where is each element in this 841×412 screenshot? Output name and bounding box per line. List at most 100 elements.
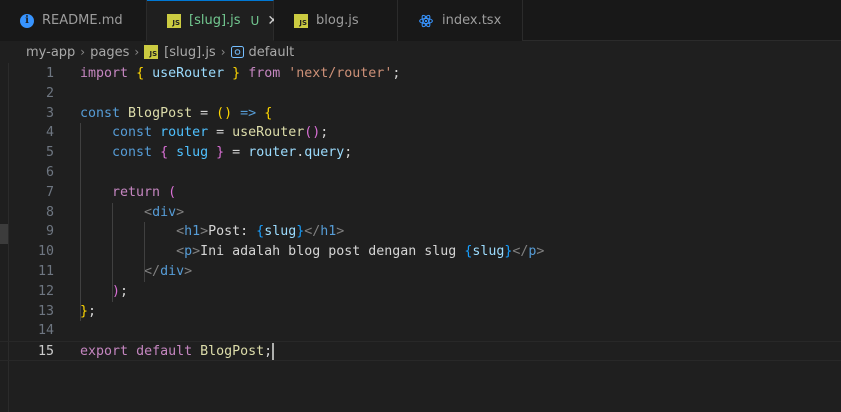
untracked-badge: U	[250, 13, 260, 28]
code-line[interactable]: 9 <h1>Post: {slug}</h1>	[0, 222, 841, 242]
code-line[interactable]: 8 <div>	[0, 203, 841, 223]
line-number: 11	[37, 264, 54, 279]
code-token: slug	[264, 224, 297, 240]
code-token: ;	[120, 283, 129, 299]
code-editor[interactable]: 1 import { useRouter } from 'next/router'…	[0, 63, 841, 412]
indent-guide	[112, 202, 113, 302]
code-token: =>	[240, 105, 257, 121]
code-token: <	[176, 224, 185, 240]
tab-label: [slug].js	[189, 13, 241, 28]
code-token: return	[112, 184, 161, 200]
code-token: }	[232, 66, 241, 81]
code-line[interactable]: 12 );	[0, 282, 841, 302]
breadcrumb-item-file[interactable]: JS [slug].js	[144, 45, 216, 60]
code-token: >	[184, 264, 193, 279]
code-line[interactable]: 6	[0, 163, 841, 183]
indent-guide	[144, 222, 145, 282]
js-icon-glyph: JS	[294, 13, 308, 28]
indent-guide	[80, 123, 81, 322]
code-line[interactable]: 3 const BlogPost = () => {	[0, 104, 841, 124]
code-token: router	[248, 145, 297, 161]
tab-blog-js[interactable]: JS blog.js	[274, 0, 398, 41]
code-token: {	[136, 66, 145, 81]
code-token: 'next/router'	[288, 66, 393, 81]
react-icon	[418, 14, 434, 28]
code-token: ;	[392, 66, 401, 81]
code-text: );	[80, 282, 128, 302]
code-line[interactable]: 2	[0, 84, 841, 104]
code-token: div	[152, 204, 177, 220]
line-number: 7	[45, 184, 54, 200]
code-token: >	[176, 204, 185, 220]
tab-label: index.tsx	[442, 13, 502, 28]
code-token: const	[112, 125, 153, 141]
line-number: 4	[45, 125, 54, 141]
line-number: 2	[45, 85, 54, 101]
code-token: const	[80, 105, 121, 121]
breadcrumb-item-pages[interactable]: pages	[90, 45, 129, 60]
chevron-right-icon: ›	[80, 45, 86, 59]
tab-bar: i README.md JS [slug].js U ✕ JS blog.js …	[0, 0, 841, 41]
code-line[interactable]: 11 </div>	[0, 262, 841, 282]
code-token: =	[192, 105, 217, 121]
line-number: 3	[45, 105, 54, 121]
code-line[interactable]: 5 const { slug } = router.query;	[0, 143, 841, 163]
code-token: router	[160, 125, 209, 141]
code-token: >	[536, 244, 545, 260]
code-line[interactable]: 13};	[0, 302, 841, 322]
code-line[interactable]: 4 const router = useRouter();	[0, 123, 841, 143]
code-token: div	[160, 264, 185, 279]
tab-readme[interactable]: i README.md	[0, 0, 147, 41]
code-token: </	[304, 224, 321, 240]
code-token: ;	[344, 145, 353, 161]
code-token: =	[224, 145, 249, 161]
code-token: {	[256, 224, 265, 240]
tab-label: README.md	[42, 13, 123, 28]
line-number: 5	[45, 145, 54, 161]
code-token: {	[160, 145, 169, 161]
code-token: {	[264, 105, 273, 121]
info-icon-glyph: i	[20, 13, 34, 28]
line-number: 12	[37, 283, 54, 299]
js-icon-glyph: JS	[167, 13, 181, 28]
text-cursor	[272, 342, 275, 360]
code-token: slug	[176, 145, 209, 161]
breadcrumb-file-label: [slug].js	[164, 44, 216, 60]
code-token: ;	[264, 344, 273, 360]
chevron-right-icon: ›	[220, 45, 226, 59]
code-token: useRouter	[232, 125, 305, 141]
code-line[interactable]: 1 import { useRouter } from 'next/router'…	[0, 64, 841, 84]
tab-index-tsx[interactable]: index.tsx	[398, 0, 523, 41]
code-text: <h1>Post: {slug}</h1>	[80, 222, 344, 242]
code-token: )	[112, 283, 121, 299]
line-number: 9	[45, 224, 54, 240]
code-text: <p>Ini adalah blog post dengan slug {slu…	[80, 242, 544, 262]
info-icon: i	[20, 13, 34, 28]
line-number: 10	[37, 244, 54, 260]
tab-slug-js[interactable]: JS [slug].js U ✕	[147, 0, 279, 41]
breadcrumb-item-my-app[interactable]: my-app	[26, 45, 75, 60]
code-line[interactable]: 7 return (	[0, 183, 841, 203]
code-token: Post:	[208, 224, 257, 240]
code-token: ;	[88, 303, 97, 319]
breadcrumb-item-symbol[interactable]: default	[231, 45, 294, 60]
react-icon-svg	[419, 14, 433, 27]
code-line[interactable]: 10 <p>Ini adalah blog post dengan slug {…	[0, 242, 841, 262]
code-token: Ini adalah blog post dengan slug	[200, 244, 465, 260]
line-number: 1	[45, 66, 54, 81]
code-line[interactable]: 14	[0, 321, 841, 341]
code-text: </div>	[80, 262, 192, 282]
line-number: 14	[37, 323, 54, 339]
code-line[interactable]: 15 export default BlogPost;	[0, 341, 841, 361]
